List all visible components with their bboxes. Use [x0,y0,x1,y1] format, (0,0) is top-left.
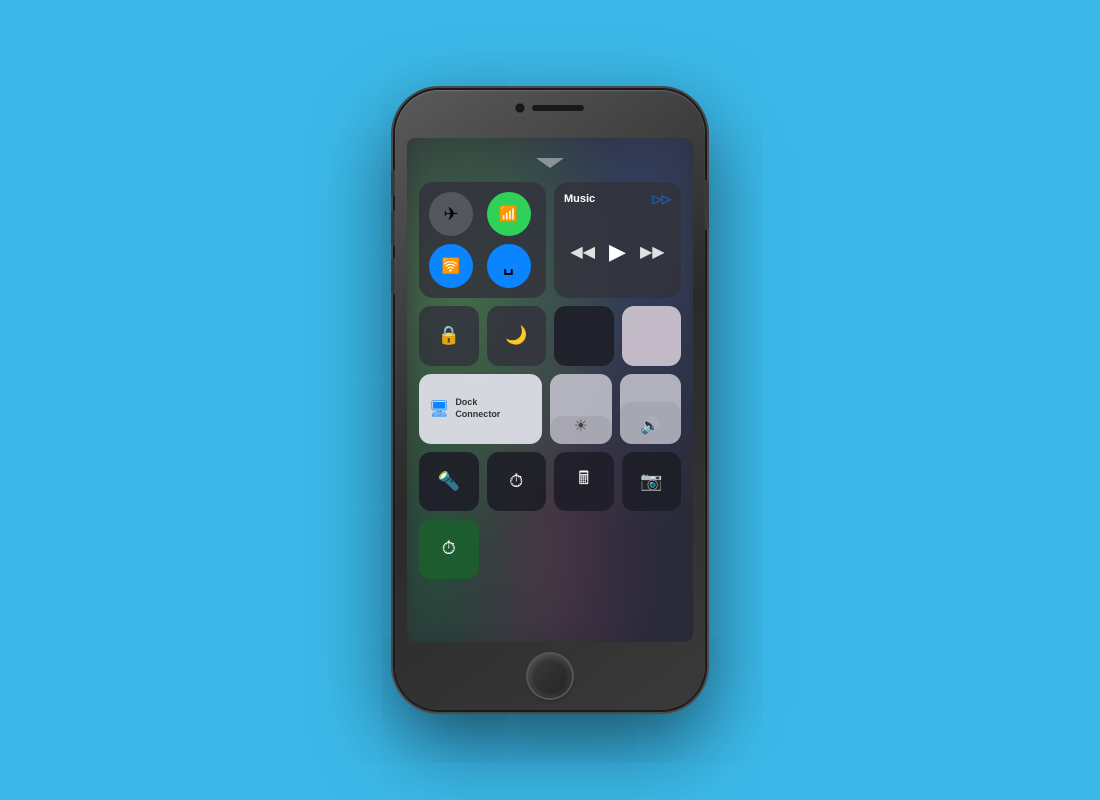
fourth-row: 🔦 ⏱ 🖩 📷 [419,452,681,512]
dock-connector-label: Dock Connector [455,397,500,420]
top-row: ✈ 📶 🛜 ␣ Music ▷▷ [419,182,681,298]
phone-top-bar [516,104,584,112]
dock-text-line1: Dock [455,397,500,409]
flashlight-button[interactable]: 🔦 [419,452,479,512]
fifth-row: ⏱ [419,519,681,579]
volume-up-button[interactable] [391,210,395,246]
connectivity-block: ✈ 📶 🛜 ␣ [419,182,546,298]
timer-icon: ⏱ [509,471,523,492]
wifi-icon: 🛜 [442,257,461,275]
phone-shell: ✈ 📶 🛜 ␣ Music ▷▷ [395,90,705,710]
dock-connector-icon: 🖥 [429,399,449,419]
music-header: Music ▷▷ [564,192,671,206]
do-not-disturb-button[interactable]: 🌙 [487,306,547,366]
stopwatch-icon: ⏱ [442,538,456,559]
cellular-icon: 📶 [499,205,518,223]
stopwatch-button[interactable]: ⏱ [419,519,479,579]
forward-button[interactable]: ▶▶ [640,242,665,262]
bluetooth-icon: ␣ [503,256,513,276]
camera-button[interactable]: 📷 [622,452,682,512]
airplay-icon[interactable]: ▷▷ [653,192,671,206]
control-center: ✈ 📶 🛜 ␣ Music ▷▷ [407,138,693,642]
third-row: 🖥 Dock Connector ☀ 🔊 [419,374,681,444]
brightness-slider[interactable]: ☀ [550,374,612,444]
volume-slider[interactable]: 🔊 [620,374,682,444]
play-button[interactable]: ▶ [609,239,626,265]
moon-icon: 🌙 [505,325,527,346]
timer-button[interactable]: ⏱ [487,452,547,512]
music-label: Music [564,193,595,205]
phone-screen: ✈ 📶 🛜 ␣ Music ▷▷ [407,138,693,642]
cellular-button[interactable]: 📶 [487,192,531,236]
flashlight-icon: 🔦 [438,471,460,492]
mute-switch[interactable] [391,170,395,196]
brightness-icon: ☀ [574,416,588,444]
music-controls: ◀◀ ▶ ▶▶ [564,210,671,288]
calculator-icon: 🖩 [578,466,589,496]
bluetooth-button[interactable]: ␣ [487,244,531,288]
power-button[interactable] [705,180,709,230]
volume-down-button[interactable] [391,258,395,294]
camera-icon: 📷 [640,471,662,492]
home-button-inner [532,658,568,694]
rewind-button[interactable]: ◀◀ [570,242,595,262]
dock-text-line2: Connector [455,409,500,421]
music-block: Music ▷▷ ◀◀ ▶ ▶▶ [554,182,681,298]
dark-tile[interactable] [554,306,614,366]
swipe-indicator[interactable] [536,158,564,172]
speaker-grille [532,105,584,111]
rotation-lock-button[interactable]: 🔒 [419,306,479,366]
second-row: 🔒 🌙 [419,306,681,366]
dock-connector-button[interactable]: 🖥 Dock Connector [419,374,542,444]
rotation-lock-icon: 🔒 [438,325,460,346]
airplane-mode-button[interactable]: ✈ [429,192,473,236]
wifi-button[interactable]: 🛜 [429,244,473,288]
volume-icon: 🔊 [640,416,660,444]
airplane-icon: ✈ [443,204,458,225]
home-button[interactable] [528,654,572,698]
light-tile [622,306,682,366]
calculator-button[interactable]: 🖩 [554,452,614,512]
front-camera [516,104,524,112]
